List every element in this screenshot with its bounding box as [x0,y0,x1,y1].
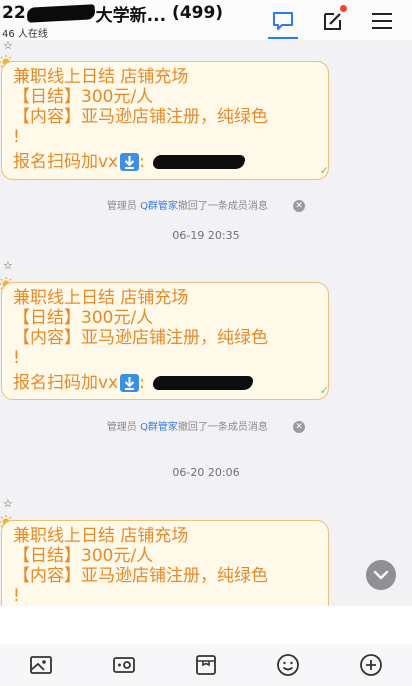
menu-icon[interactable] [369,8,395,34]
recall-notice: 管理员 Q群管家撤回了一条成员消息 ✕ [0,197,412,212]
image-icon[interactable] [28,652,54,678]
separator: : [139,152,145,172]
message-line: 兼职线上日结 店铺充场 [13,67,189,87]
message-line: 报名扫码加vx [13,152,119,172]
online-status: 46 人在线 [2,29,48,40]
add-icon[interactable] [358,652,384,678]
redaction-mark [152,376,253,390]
message-bubble[interactable]: 兼职线上日结 店铺充场 【日结】300元/人 【内容】亚马逊店铺注册，纯绿色 ! [1,520,329,606]
notification-dot [340,5,347,12]
download-emoji-icon [120,374,140,392]
redaction-mark [152,155,245,169]
separator: : [139,373,145,393]
emoji-icon[interactable] [275,652,301,678]
input-toolbar [0,644,412,686]
message-line: ! [13,348,20,368]
message-line: 兼职线上日结 店铺充场 [13,526,189,546]
album-icon[interactable] [193,652,219,678]
title-prefix: 22 [2,3,26,23]
message-bubble[interactable]: 兼职线上日结 店铺充场 【日结】300元/人 【内容】亚马逊店铺注册，纯绿色 !… [1,282,329,400]
star-icon[interactable]: ☆ [3,40,13,52]
chat-header: 22 大学新... (499) 46 人在线 [0,0,412,40]
timestamp: 06-19 20:35 [172,229,240,242]
notice-role: 管理员 [106,201,137,212]
redaction-mark [26,3,96,23]
star-icon[interactable]: ☆ [3,259,13,272]
recall-notice: 管理员 Q群管家撤回了一条成员消息 ✕ [0,418,412,433]
message-line: 报名扫码加vx [13,373,119,393]
bot-name-link[interactable]: Q群管家 [140,422,178,433]
keyboard-icon[interactable] [111,652,137,678]
message-line: 【内容】亚马逊店铺注册，纯绿色 [13,107,268,127]
chat-bubble-icon[interactable] [270,8,296,34]
message-line: 【内容】亚马逊店铺注册，纯绿色 [13,328,268,348]
message-list[interactable]: ☆ 兼职线上日结 店铺充场 【日结】300元/人 【内容】亚马逊店铺注册，纯绿色… [0,40,412,606]
message-line: 兼职线上日结 店铺充场 [13,288,189,308]
notice-text: 撤回了一条成员消息 [177,201,268,212]
message-bubble[interactable]: 兼职线上日结 店铺充场 【日结】300元/人 【内容】亚马逊店铺注册，纯绿色 !… [1,61,329,180]
title-suffix: 大学新... [95,5,167,26]
download-emoji-icon [120,153,140,171]
scroll-down-button[interactable] [366,560,396,590]
input-bar [0,606,412,644]
message-input[interactable] [6,610,404,642]
read-check-icon: ✓ [319,164,329,177]
message-line: ! [13,586,20,606]
active-tab-indicator [268,37,298,39]
notice-role: 管理员 [106,422,137,433]
message-line: ! [13,127,20,147]
message-line: 【日结】300元/人 [13,87,154,107]
bot-name-link[interactable]: Q群管家 [140,201,178,212]
read-check-icon: ✓ [319,384,329,397]
message-line: 【内容】亚马逊店铺注册，纯绿色 [13,566,268,586]
star-icon[interactable]: ☆ [3,497,13,510]
compose-icon[interactable] [320,5,347,34]
timestamp: 06-20 20:06 [172,466,240,479]
member-count: (499) [172,3,224,23]
message-line: 【日结】300元/人 [13,308,154,328]
group-title[interactable]: 22 大学新... (499) [2,2,224,26]
message-line: 【日结】300元/人 [13,546,154,566]
close-icon[interactable]: ✕ [293,421,306,433]
close-icon[interactable]: ✕ [293,200,306,212]
notice-text: 撤回了一条成员消息 [177,422,268,433]
